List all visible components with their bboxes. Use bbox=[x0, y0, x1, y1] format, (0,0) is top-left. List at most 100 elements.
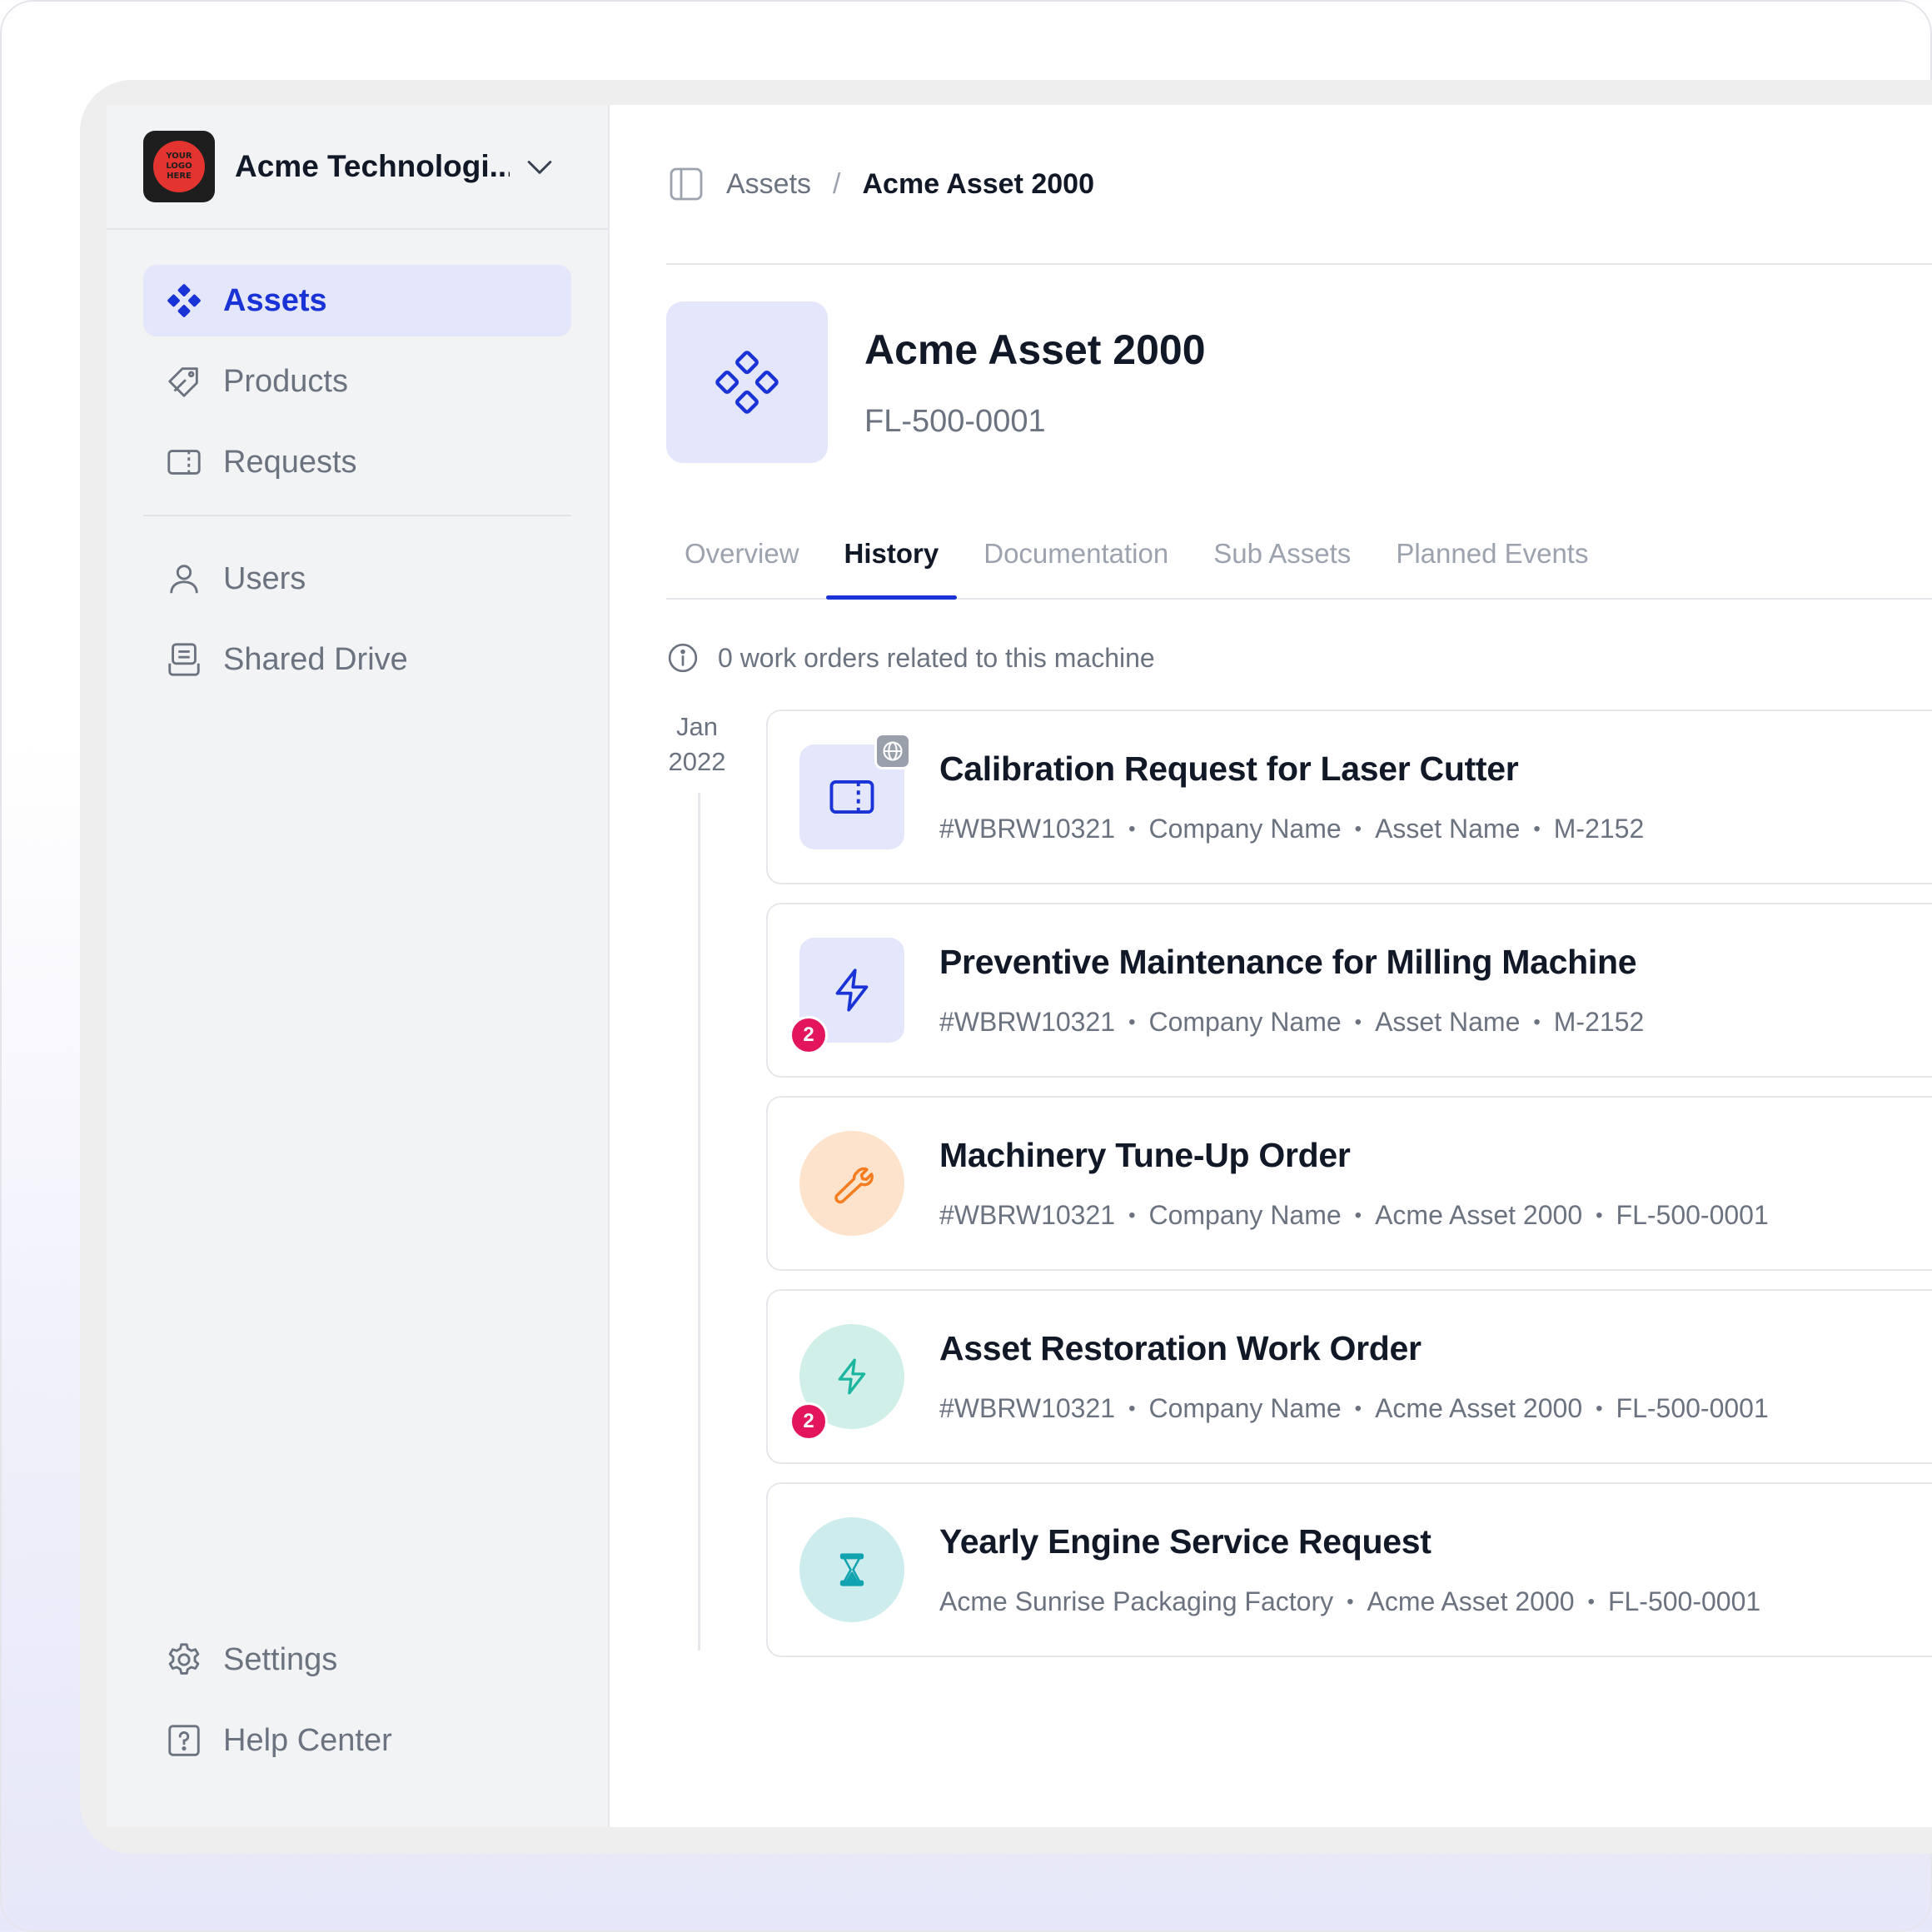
meta-separator: • bbox=[1354, 1203, 1362, 1227]
timeline-year: 2022 bbox=[668, 747, 726, 776]
sidebar-item-label: Settings bbox=[223, 1641, 338, 1677]
meta-separator: • bbox=[1347, 1590, 1354, 1613]
info-text: 0 work orders related to this machine bbox=[718, 642, 1155, 673]
tag-icon bbox=[163, 361, 205, 402]
work-order-id: #WBRW10321 bbox=[939, 814, 1116, 844]
globe-icon bbox=[874, 733, 911, 769]
asset-code: M-2152 bbox=[1553, 814, 1645, 844]
card-title: Preventive Maintenance for Milling Machi… bbox=[939, 943, 1637, 981]
logo-placeholder: YOUR LOGO HERE bbox=[153, 141, 205, 192]
sidebar-toggle-icon[interactable] bbox=[666, 164, 706, 204]
tab-documentation[interactable]: Documentation bbox=[965, 508, 1187, 598]
lightning-icon bbox=[838, 1358, 866, 1395]
sidebar-item-label: Shared Drive bbox=[223, 641, 408, 677]
history-card[interactable]: Machinery Tune-Up Order #WBRW10321 • Comp… bbox=[766, 1096, 1932, 1271]
history-list: Calibration Request for Laser Cutter #WB… bbox=[766, 710, 1932, 1676]
sidebar-item-label: Help Center bbox=[223, 1722, 392, 1758]
card-text: Yearly Engine Service Request Acme Sunri… bbox=[939, 1522, 1760, 1617]
card-icon-container bbox=[799, 733, 911, 849]
company-name: Company Name bbox=[1148, 1200, 1342, 1230]
tab-sub-assets[interactable]: Sub Assets bbox=[1195, 508, 1369, 598]
meta-separator: • bbox=[1533, 817, 1541, 840]
card-text: Machinery Tune-Up Order #WBRW10321 • Comp… bbox=[939, 1136, 1769, 1231]
breadcrumb-separator: / bbox=[833, 167, 841, 200]
sidebar-item-label: Products bbox=[223, 363, 348, 399]
meta-separator: • bbox=[1354, 817, 1362, 840]
card-text: Asset Restoration Work Order #WBRW10321 •… bbox=[939, 1329, 1769, 1424]
breadcrumb: Assets / Acme Asset 2000 bbox=[666, 105, 1932, 265]
card-meta: #WBRW10321 • Company Name • Asset Name • M-… bbox=[939, 814, 1644, 844]
meta-separator: • bbox=[1596, 1203, 1603, 1227]
tab-overview[interactable]: Overview bbox=[666, 508, 818, 598]
sidebar-item-shared-drive[interactable]: Shared Drive bbox=[143, 624, 571, 695]
notification-badge: 2 bbox=[789, 1402, 828, 1441]
sidebar-item-users[interactable]: Users bbox=[143, 543, 571, 615]
meta-separator: • bbox=[1128, 1203, 1136, 1227]
sidebar-item-label: Requests bbox=[223, 444, 357, 480]
card-title: Calibration Request for Laser Cutter bbox=[939, 749, 1519, 788]
card-meta: #WBRW10321 • Company Name • Asset Name • M-… bbox=[939, 1007, 1644, 1038]
card-icon-container: 2 bbox=[789, 938, 904, 1054]
meta-separator: • bbox=[1128, 1397, 1136, 1420]
work-order-id: #WBRW10321 bbox=[939, 1393, 1116, 1423]
sidebar-item-help-center[interactable]: Help Center bbox=[143, 1705, 571, 1776]
timeline-line bbox=[698, 793, 700, 1651]
help-icon bbox=[163, 1720, 205, 1761]
sidebar-item-settings[interactable]: Settings bbox=[143, 1624, 571, 1695]
asset-thumbnail bbox=[666, 301, 828, 463]
history-card[interactable]: 2 Preventive Maintenance for Milling Mac… bbox=[766, 903, 1932, 1078]
page-title: Acme Asset 2000 bbox=[864, 326, 1206, 373]
ticket-icon bbox=[163, 441, 205, 483]
hourglass-icon bbox=[839, 1553, 864, 1586]
org-name: Acme Technologi... bbox=[235, 149, 510, 183]
sidebar-item-label: Users bbox=[223, 560, 306, 596]
gear-icon bbox=[163, 1639, 205, 1681]
app-window: YOUR LOGO HERE Acme Technologi... Assets… bbox=[107, 105, 1932, 1827]
chevron-down-icon[interactable] bbox=[521, 148, 558, 185]
meta-separator: • bbox=[1596, 1397, 1603, 1420]
company-logo: YOUR LOGO HERE bbox=[143, 131, 215, 202]
meta-separator: • bbox=[1128, 1010, 1136, 1033]
info-icon bbox=[668, 643, 698, 673]
company-name: Acme Sunrise Packaging Factory bbox=[939, 1586, 1334, 1616]
card-meta: #WBRW10321 • Company Name • Acme Asset 200… bbox=[939, 1393, 1769, 1424]
card-icon-container bbox=[799, 1517, 904, 1622]
sidebar-item-assets[interactable]: Assets bbox=[143, 265, 571, 336]
breadcrumb-link-assets[interactable]: Assets bbox=[726, 168, 811, 201]
history-card[interactable]: Calibration Request for Laser Cutter #WB… bbox=[766, 710, 1932, 884]
history-card[interactable]: 2 Asset Restoration Work Order #WBRW1032… bbox=[766, 1289, 1932, 1464]
user-icon bbox=[163, 558, 205, 600]
tab-history[interactable]: History bbox=[825, 508, 958, 600]
main-nav: Assets Products Requests Users Shared Dr… bbox=[107, 230, 608, 695]
sidebar: YOUR LOGO HERE Acme Technologi... Assets… bbox=[107, 105, 610, 1827]
meta-separator: • bbox=[1354, 1010, 1362, 1033]
sidebar-item-label: Assets bbox=[223, 282, 327, 318]
lightning-icon bbox=[835, 968, 869, 1012]
main-content: Assets / Acme Asset 2000 Acme Asset 2000… bbox=[610, 105, 1932, 1827]
org-switcher[interactable]: YOUR LOGO HERE Acme Technologi... bbox=[107, 105, 608, 230]
work-order-id: #WBRW10321 bbox=[939, 1007, 1116, 1037]
timeline-month: Jan bbox=[676, 712, 718, 741]
card-icon-container bbox=[799, 1131, 904, 1236]
asset-name: Acme Asset 2000 bbox=[1367, 1586, 1575, 1616]
tab-planned-events[interactable]: Planned Events bbox=[1377, 508, 1606, 598]
asset-name: Asset Name bbox=[1375, 1007, 1521, 1037]
card-meta: Acme Sunrise Packaging Factory • Acme Ass… bbox=[939, 1586, 1760, 1617]
history-card[interactable]: Yearly Engine Service Request Acme Sunri… bbox=[766, 1482, 1932, 1657]
sidebar-item-products[interactable]: Products bbox=[143, 346, 571, 417]
asset-header: Acme Asset 2000 FL-500-0001 bbox=[666, 301, 1932, 463]
ticket-icon bbox=[829, 779, 874, 814]
nav-divider bbox=[143, 515, 571, 516]
wrench-icon bbox=[834, 1167, 874, 1204]
asset-code: FL-500-0001 bbox=[1616, 1200, 1769, 1230]
meta-separator: • bbox=[1128, 817, 1136, 840]
asset-code: M-2152 bbox=[1553, 1007, 1645, 1037]
card-title: Machinery Tune-Up Order bbox=[939, 1136, 1351, 1174]
card-title: Asset Restoration Work Order bbox=[939, 1329, 1422, 1367]
card-text: Preventive Maintenance for Milling Machi… bbox=[939, 943, 1644, 1038]
sidebar-item-requests[interactable]: Requests bbox=[143, 426, 571, 498]
asset-name: Asset Name bbox=[1375, 814, 1521, 844]
card-meta: #WBRW10321 • Company Name • Acme Asset 200… bbox=[939, 1200, 1769, 1231]
timeline-date: Jan 2022 bbox=[666, 710, 728, 779]
company-name: Company Name bbox=[1148, 814, 1342, 844]
